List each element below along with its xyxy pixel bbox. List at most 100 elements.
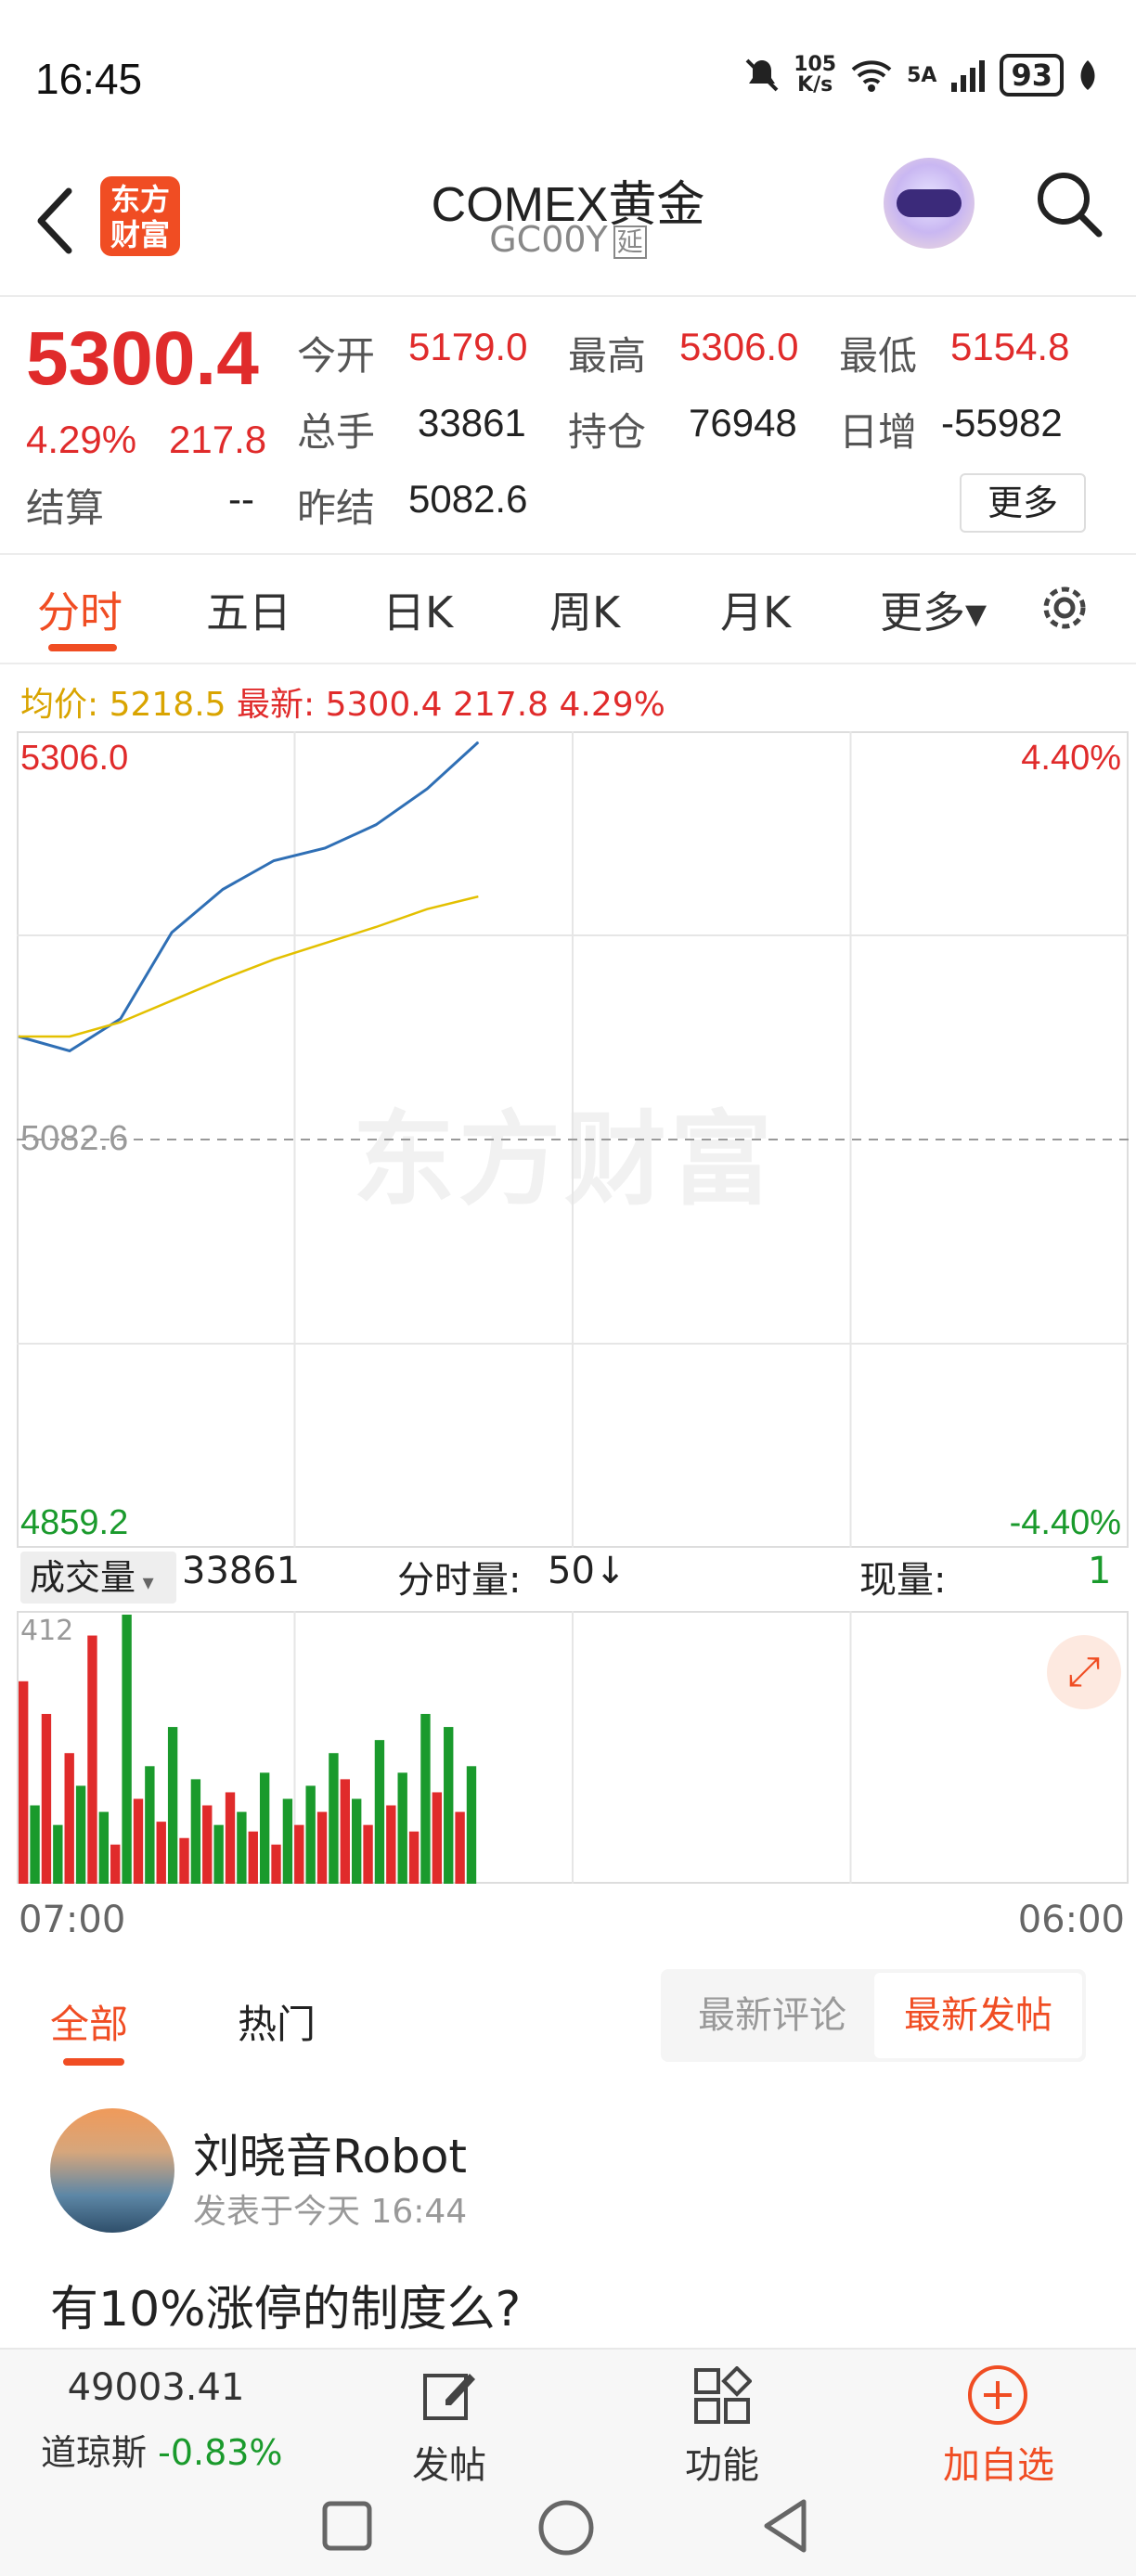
volume-bar	[133, 1798, 144, 1884]
index-ticker[interactable]: 道琼斯 -0.83%	[41, 2424, 283, 2475]
current-volume-label: 现量:	[859, 1559, 947, 1602]
series-point	[222, 978, 224, 980]
series-point	[273, 859, 275, 861]
search-icon[interactable]	[1034, 169, 1104, 239]
low-value: 5154.8	[950, 325, 1070, 368]
start-time-label: 07:00	[19, 1899, 126, 1941]
volume-bar	[420, 1713, 431, 1884]
net-speed-value: 105	[794, 53, 837, 76]
tab-more[interactable]: 更多▾	[880, 579, 987, 640]
avg-series-line	[19, 895, 479, 1038]
expand-chart-button[interactable]: ⤢	[1047, 1635, 1121, 1709]
index-value[interactable]: 49003.41	[45, 2366, 267, 2409]
bottom-pct-label: -4.40%	[1009, 1503, 1121, 1542]
volume-bar	[145, 1766, 155, 1884]
tab-five-day[interactable]: 五日	[206, 579, 291, 640]
volume-bar	[75, 1785, 86, 1884]
per-minute-value[interactable]: 50↓	[548, 1550, 626, 1592]
add-watchlist-button[interactable]: 加自选	[924, 2435, 1073, 2489]
volume-bar	[30, 1805, 40, 1884]
more-quote-button[interactable]: 更多	[960, 473, 1086, 533]
series-point	[273, 959, 275, 960]
sort-latest-post[interactable]: 最新发帖	[874, 1973, 1082, 2058]
series-point	[120, 1022, 122, 1024]
series-point	[477, 895, 479, 897]
top-pct-label: 4.40%	[1021, 739, 1121, 778]
low-label: 最低	[839, 334, 918, 378]
volume-indicator-select[interactable]: 成交量 ▾	[20, 1552, 176, 1604]
settings-gear-icon[interactable]	[1036, 579, 1093, 637]
tab-hot-posts[interactable]: 热门	[238, 1993, 316, 2050]
avatar[interactable]	[50, 2108, 174, 2233]
volume-bar	[213, 1824, 224, 1884]
volume-bar	[110, 1844, 121, 1884]
volume-bar	[237, 1811, 247, 1884]
volume-bar	[363, 1824, 373, 1884]
open-interest-value: 76948	[689, 401, 797, 444]
open-label: 今开	[297, 334, 376, 378]
tab-weekly-k[interactable]: 周K	[549, 579, 620, 640]
volume-bar	[294, 1824, 304, 1884]
robot-visor-icon	[897, 189, 962, 217]
delay-badge: 延	[613, 225, 647, 259]
open-interest-label: 持仓	[568, 410, 647, 454]
volume-bar	[408, 1831, 420, 1884]
series-point	[324, 942, 326, 944]
tab-daily-k[interactable]: 日K	[382, 579, 453, 640]
status-bar: 16:45 105 K/s 5A 93	[0, 0, 1136, 158]
series-point	[375, 926, 377, 928]
volume-bar	[179, 1837, 189, 1884]
quote-divider	[0, 553, 1136, 555]
home-icon[interactable]	[536, 2498, 596, 2557]
sort-latest-comment[interactable]: 最新评论	[670, 1969, 874, 2062]
post-author[interactable]: 刘晓音Robot	[193, 2119, 467, 2186]
volume-bar	[316, 1811, 328, 1884]
volume-bar	[202, 1805, 213, 1884]
add-circle-icon	[968, 2365, 1027, 2425]
latest-value: 5300.4 217.8 4.29%	[325, 686, 665, 724]
volume-bar	[351, 1798, 362, 1884]
volume-bar	[156, 1822, 166, 1884]
high-label: 最高	[568, 334, 647, 378]
assistant-robot-avatar[interactable]	[884, 158, 975, 249]
volume-max-label: 412	[20, 1615, 74, 1647]
series-point	[69, 1050, 71, 1051]
series-point	[375, 824, 377, 826]
wifi-icon	[851, 60, 892, 92]
functions-button[interactable]: 功能	[655, 2435, 789, 2489]
signal-label: 5A	[907, 63, 937, 87]
price-chart-svg	[17, 731, 1129, 1548]
volume-bar	[271, 1844, 281, 1884]
signal-icon	[951, 60, 986, 92]
stock-header: 东方 财富 COMEX黄金 GC00Y 延	[0, 158, 1136, 297]
volume-bar	[282, 1798, 293, 1884]
recent-apps-icon[interactable]	[319, 2498, 375, 2554]
header-divider	[0, 295, 1136, 297]
volume-bar	[466, 1766, 477, 1884]
volume-chart-svg	[19, 1611, 852, 1884]
tab-intraday[interactable]: 分时	[37, 579, 123, 640]
daily-increase-label: 日增	[839, 410, 918, 454]
series-point	[324, 847, 326, 849]
volume-bar	[259, 1772, 270, 1884]
tab-monthly-k[interactable]: 月K	[720, 579, 791, 640]
current-volume-value: 1	[1088, 1550, 1112, 1592]
functions-grid-icon	[694, 2366, 752, 2424]
tab-all-posts[interactable]: 全部	[50, 1993, 128, 2050]
settle-value: --	[228, 477, 254, 521]
prev-settle-label: 昨结	[297, 486, 376, 530]
volume-bar	[41, 1713, 52, 1884]
index-name: 道琼斯	[41, 2432, 148, 2473]
per-minute-label: 分时量:	[397, 1559, 522, 1602]
back-nav-icon[interactable]	[757, 2496, 813, 2556]
post-button[interactable]: 发帖	[382, 2435, 516, 2489]
avg-value: 5218.5	[109, 686, 226, 724]
post-text[interactable]: 有10%涨停的制度么?	[50, 2270, 521, 2339]
series-point	[426, 788, 428, 790]
status-icons: 105 K/s 5A 93	[743, 54, 1099, 97]
change-amount: 217.8	[169, 418, 267, 461]
volume-bar	[329, 1753, 339, 1884]
post-time: 发表于今天 16:44	[193, 2193, 468, 2231]
series-point	[222, 888, 224, 890]
volume-bar	[53, 1824, 63, 1884]
